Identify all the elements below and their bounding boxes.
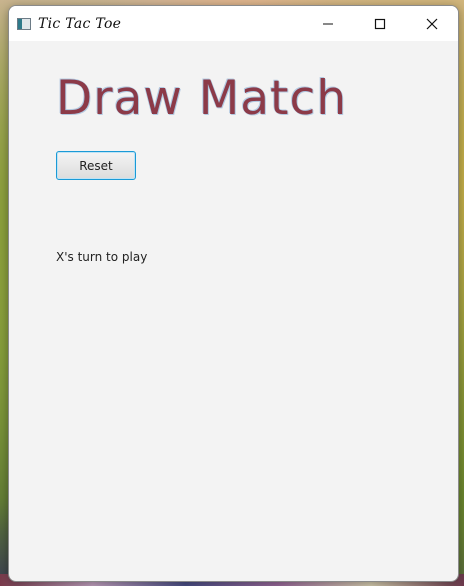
result-headline: Draw Match [56,71,348,126]
app-icon[interactable] [17,17,31,30]
maximize-button[interactable] [354,6,406,41]
close-icon [426,18,438,29]
caption-buttons [302,6,458,41]
window-title: Tic Tac Toe [38,15,122,32]
maximize-icon [374,18,386,29]
minimize-icon [323,23,333,24]
reset-button[interactable]: Reset [56,151,136,180]
app-window: Tic Tac Toe Draw Match Reset X's turn to… [8,5,459,582]
turn-status: X's turn to play [56,250,148,264]
minimize-button[interactable] [302,6,354,41]
game-panel: Draw Match Reset X's turn to play [9,41,458,581]
title-bar[interactable]: Tic Tac Toe [9,6,458,41]
close-button[interactable] [406,6,458,41]
